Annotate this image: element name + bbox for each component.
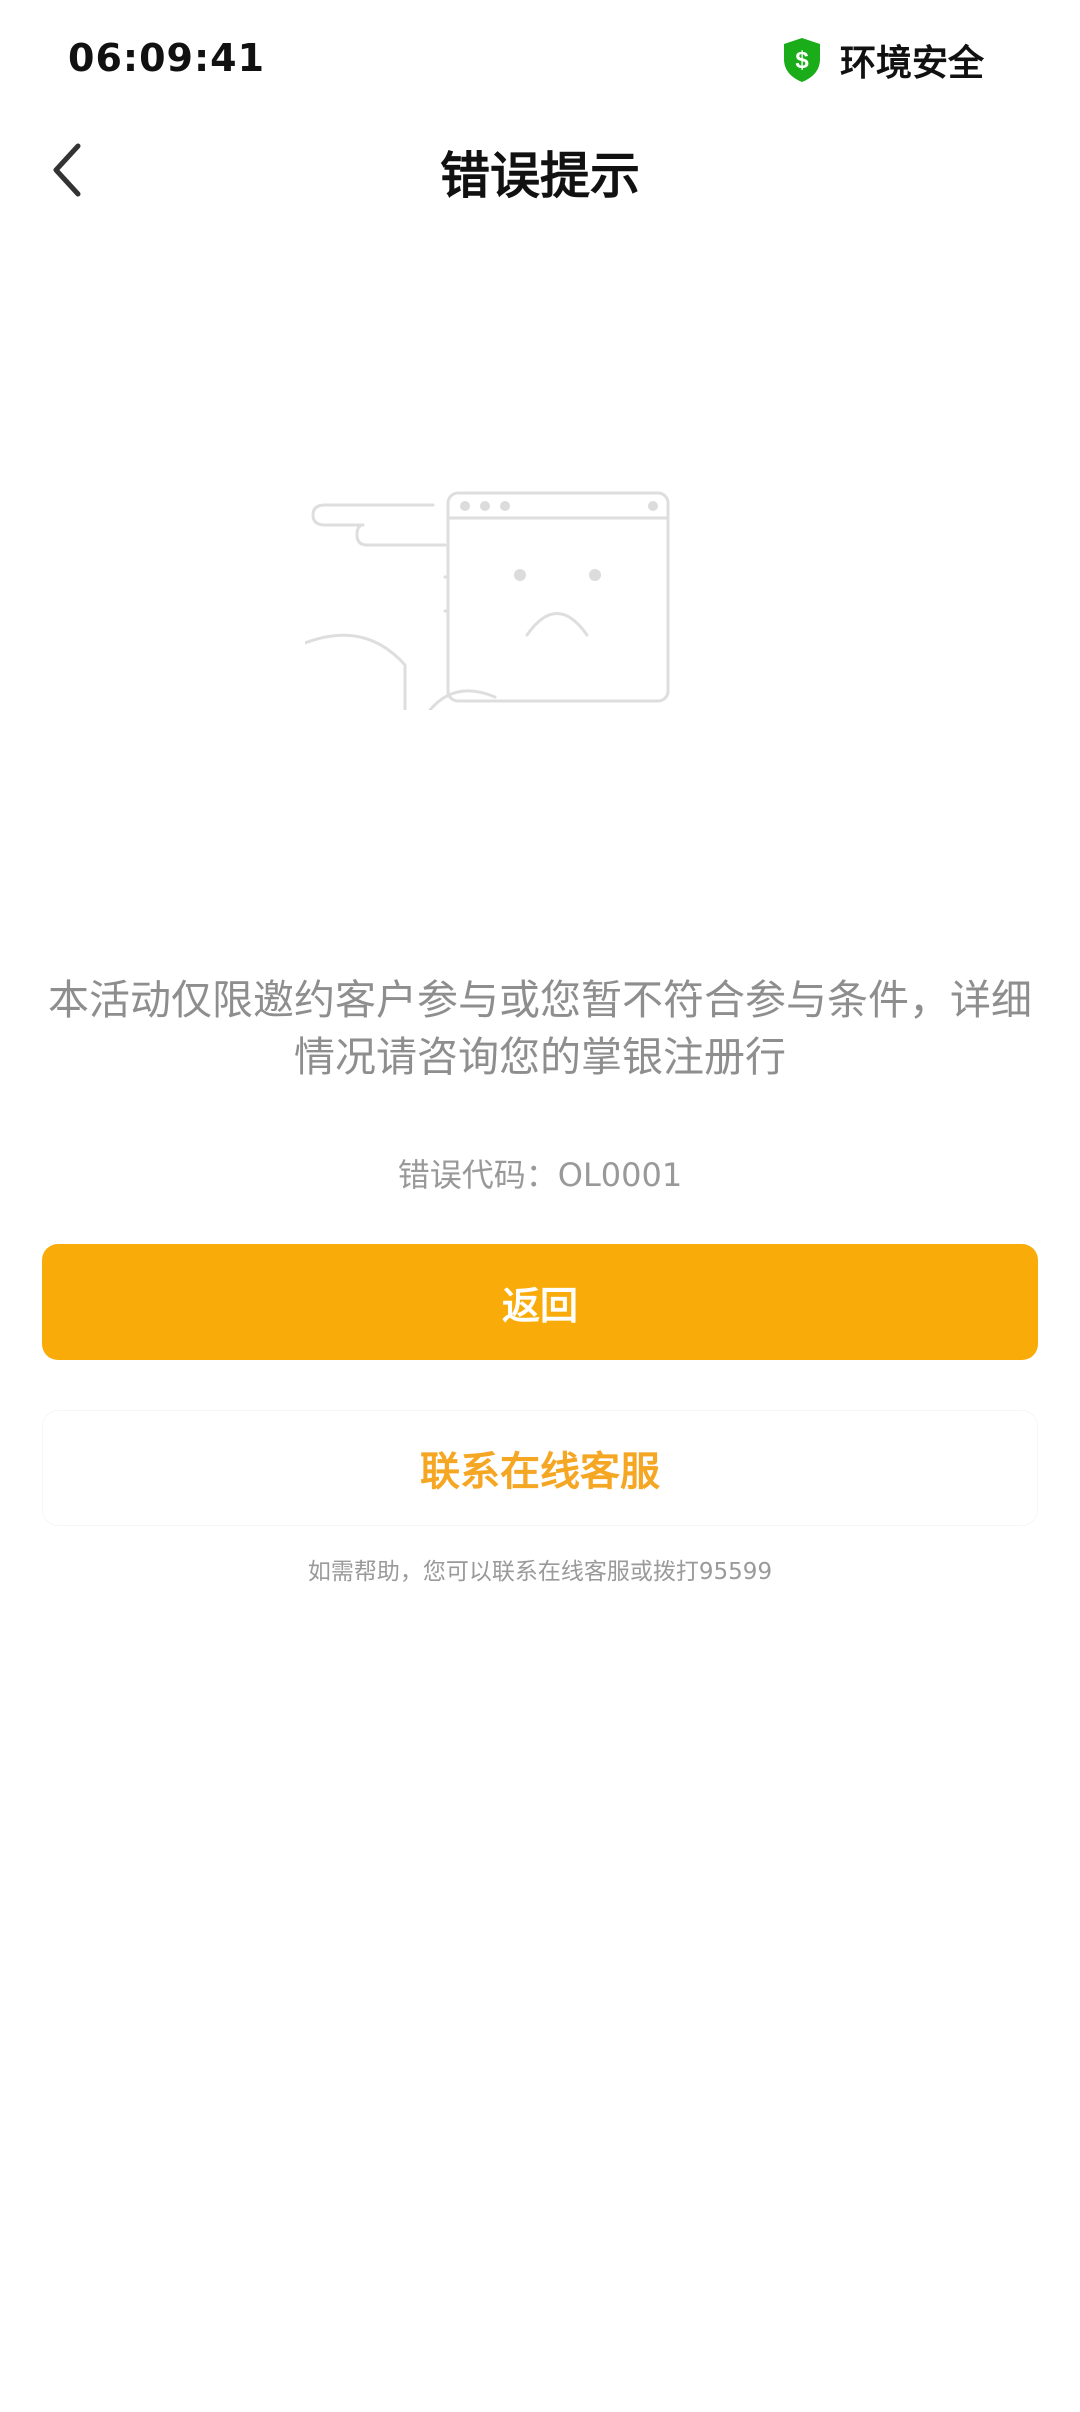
return-button[interactable]: 返回 [42,1244,1038,1360]
page-title: 错误提示 [440,147,640,205]
help-text: 如需帮助，您可以联系在线客服或拨打95599 [307,1559,773,1585]
status-time: 06:09:41 [68,36,266,80]
status-bar: 06:09:41 $ 环境安全 [0,0,1080,120]
security-label: 环境安全 [839,43,984,84]
error-code: 错误代码：OL0001 [397,1156,683,1194]
error-message: 本活动仅限邀约客户参与或您暂不符合参与条件，详细情况请咨询您的掌银注册行 [48,976,1032,1081]
shield-icon: $ [783,38,820,82]
security-indicator: $ 环境安全 [782,36,984,84]
nav-bar: 错误提示 [0,120,1080,222]
contact-service-button[interactable]: 联系在线客服 [42,1410,1038,1526]
sad-browser-window-illustration [305,491,670,710]
shield-symbol: $ [795,47,809,74]
